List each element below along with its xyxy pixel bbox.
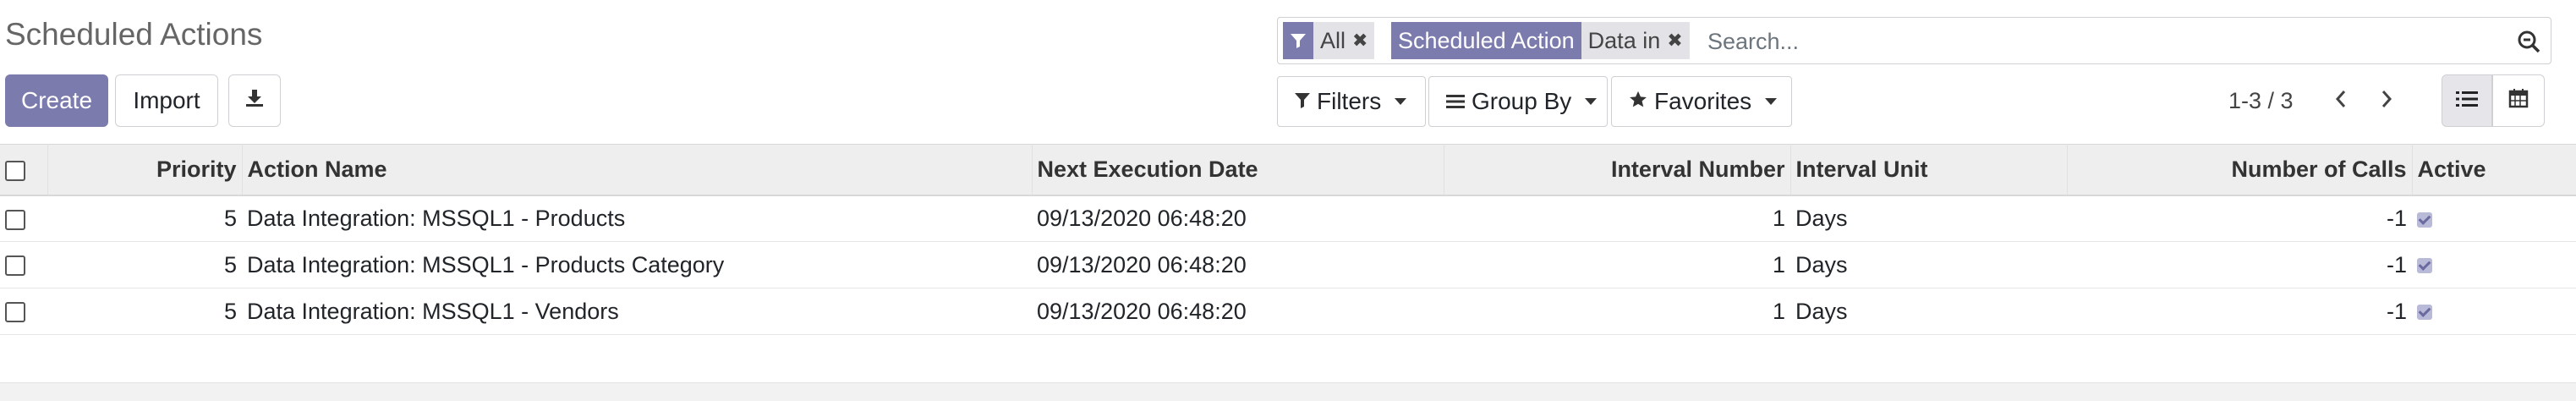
table-row[interactable]: 5 Data Integration: MSSQL1 - Products 09… [0, 195, 2576, 242]
row-checkbox[interactable] [5, 302, 25, 323]
download-button[interactable] [228, 74, 281, 127]
group-by-dropdown[interactable]: Group By [1428, 76, 1608, 127]
table-row[interactable]: 5 Data Integration: MSSQL1 - Vendors 09/… [0, 288, 2576, 335]
row-select-cell[interactable] [0, 288, 47, 335]
group-by-label: Group By [1472, 88, 1572, 114]
list-view-icon [2456, 87, 2478, 114]
select-all-cell[interactable] [0, 144, 48, 196]
filters-dropdown[interactable]: Filters [1277, 76, 1426, 127]
caret-down-icon [1765, 98, 1778, 105]
number-of-calls-cell: -1 [2067, 195, 2412, 242]
chevron-right-icon[interactable] [2378, 86, 2395, 118]
page-title: Scheduled Actions [5, 17, 263, 52]
favorites-label: Favorites [1654, 88, 1752, 114]
star-icon [1629, 88, 1647, 115]
favorites-dropdown[interactable]: Favorites [1611, 76, 1792, 127]
interval-number-cell: 1 [1444, 241, 1790, 288]
facet-label: Scheduled Action [1391, 22, 1581, 59]
active-checkbox [2417, 211, 2432, 228]
facet-value-data-in: Data in [1587, 27, 1661, 53]
caret-down-icon [1585, 98, 1598, 105]
calendar-view-icon [2508, 87, 2529, 114]
facet-value-all: All [1320, 27, 1346, 53]
priority-cell: 5 [47, 288, 242, 335]
number-of-calls-cell: -1 [2067, 288, 2412, 335]
table-row[interactable]: 5 Data Integration: MSSQL1 - Products Ca… [0, 241, 2576, 288]
column-header-active[interactable]: Active [2412, 144, 2576, 196]
next-execution-date-cell: 09/13/2020 06:48:20 [1032, 195, 1444, 242]
search-facet-filter[interactable]: All ✖ [1283, 22, 1375, 59]
priority-cell: 5 [47, 195, 242, 242]
pager-value[interactable]: 1-3 / 3 [2228, 88, 2294, 114]
search-input[interactable] [1707, 23, 2502, 60]
interval-unit-cell: Days [1790, 288, 2067, 335]
filter-icon [1295, 88, 1310, 115]
filters-label: Filters [1317, 88, 1382, 114]
search-box[interactable]: All ✖ Scheduled Action Data in ✖ [1277, 17, 2551, 64]
search-facet-scheduled-action[interactable]: Scheduled Action Data in ✖ [1391, 22, 1690, 59]
facet-value: All ✖ [1313, 22, 1375, 59]
active-checkbox [2417, 258, 2432, 274]
footer-bar [0, 382, 2576, 401]
interval-number-cell: 1 [1444, 195, 1790, 242]
create-button[interactable]: Create [5, 74, 108, 127]
interval-unit-cell: Days [1790, 241, 2067, 288]
priority-cell: 5 [47, 241, 242, 288]
interval-number-cell: 1 [1444, 288, 1790, 335]
download-icon [244, 87, 265, 114]
table-header-row: Priority Action Name Next Execution Date… [0, 144, 2576, 196]
interval-unit-cell: Days [1790, 195, 2067, 242]
calendar-view-button[interactable] [2492, 74, 2545, 127]
facet-value: Data in ✖ [1581, 22, 1690, 59]
column-header-number-of-calls[interactable]: Number of Calls [2067, 144, 2413, 196]
row-select-cell[interactable] [0, 241, 47, 288]
chevron-left-icon[interactable] [2332, 86, 2349, 118]
remove-facet-icon[interactable]: ✖ [1667, 30, 1682, 52]
import-button[interactable]: Import [115, 74, 218, 127]
action-name-cell[interactable]: Data Integration: MSSQL1 - Products Cate… [242, 241, 1032, 288]
list-lines-icon [1446, 88, 1465, 115]
active-checkbox [2417, 305, 2432, 321]
active-cell [2412, 241, 2576, 288]
column-header-action-name[interactable]: Action Name [242, 144, 1033, 196]
action-name-cell[interactable]: Data Integration: MSSQL1 - Products [242, 195, 1032, 242]
row-checkbox[interactable] [5, 255, 25, 277]
scheduled-actions-table: Priority Action Name Next Execution Date… [0, 144, 2576, 335]
list-view-button[interactable] [2442, 74, 2492, 127]
column-header-interval-unit[interactable]: Interval Unit [1790, 144, 2068, 196]
active-cell [2412, 288, 2576, 335]
search-icon[interactable] [2517, 30, 2540, 59]
select-all-checkbox[interactable] [5, 160, 25, 181]
number-of-calls-cell: -1 [2067, 241, 2412, 288]
next-execution-date-cell: 09/13/2020 06:48:20 [1032, 241, 1444, 288]
column-header-priority[interactable]: Priority [47, 144, 243, 196]
column-header-interval-number[interactable]: Interval Number [1444, 144, 1791, 196]
action-name-cell[interactable]: Data Integration: MSSQL1 - Vendors [242, 288, 1032, 335]
column-header-next-execution-date[interactable]: Next Execution Date [1032, 144, 1444, 196]
next-execution-date-cell: 09/13/2020 06:48:20 [1032, 288, 1444, 335]
row-checkbox[interactable] [5, 209, 25, 230]
caret-down-icon [1395, 98, 1407, 105]
filter-icon [1283, 22, 1313, 59]
remove-facet-icon[interactable]: ✖ [1352, 30, 1367, 52]
active-cell [2412, 195, 2576, 242]
row-select-cell[interactable] [0, 195, 47, 242]
